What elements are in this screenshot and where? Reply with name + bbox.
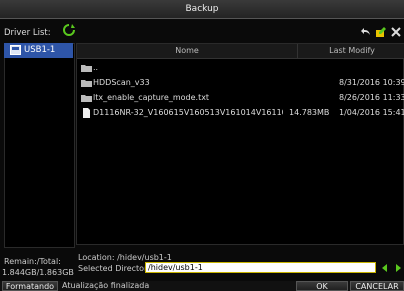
folder-icon xyxy=(81,80,92,87)
new-folder-icon[interactable] xyxy=(375,26,387,38)
delete-icon[interactable] xyxy=(390,26,402,38)
remain-total-value: 1.844GB/1.863GB xyxy=(2,268,74,277)
ok-button[interactable]: OK xyxy=(296,281,348,291)
drive-label: USB1-1 xyxy=(24,45,56,55)
arrow-right-icon[interactable] xyxy=(393,263,403,273)
arrow-left-icon[interactable] xyxy=(380,263,390,273)
format-button[interactable]: Formatando xyxy=(2,281,58,291)
column-name-header[interactable]: Nome xyxy=(77,44,298,58)
file-grid: Nome Last Modify .. HDDScan_v33 8/31/201… xyxy=(76,43,404,245)
remain-total-label: Remain:/Total: xyxy=(4,257,61,266)
file-icon xyxy=(83,108,90,118)
file-name: HDDScan_v33 xyxy=(93,78,150,87)
folder-icon xyxy=(81,65,92,72)
file-row[interactable]: HDDScan_v33 8/31/2016 10:39:0 xyxy=(77,76,404,90)
file-name: ltx_enable_capture_mode.txt xyxy=(93,93,210,102)
file-date: 1/04/2016 15:41:4 xyxy=(339,108,404,117)
drive-list xyxy=(4,43,75,248)
refresh-icon[interactable] xyxy=(62,23,76,37)
drive-item-usb1-1[interactable]: USB1-1 xyxy=(4,43,73,58)
status-text: Atualização finalizada xyxy=(62,281,150,290)
file-size: 14.783MB xyxy=(289,108,330,117)
folder-icon xyxy=(81,95,92,102)
window-title: Backup xyxy=(0,0,404,19)
cancel-button[interactable]: CANCELAR xyxy=(350,281,404,291)
file-row[interactable]: .. xyxy=(77,61,404,75)
location-text: Location: /hidev/usb1-1 xyxy=(78,253,172,262)
file-row[interactable]: D1116NR-32_V160615V160513V161014V161102V… xyxy=(77,106,404,120)
grid-header: Nome Last Modify xyxy=(77,44,404,59)
driver-list-label: Driver List: xyxy=(4,28,51,38)
backup-window: Backup Driver List: USB1-1 Nome Last Mod… xyxy=(0,0,404,291)
back-icon[interactable] xyxy=(360,26,372,38)
file-row[interactable]: ltx_enable_capture_mode.txt 8/26/2016 11… xyxy=(77,91,404,105)
usb-drive-icon xyxy=(10,45,21,55)
column-modified-header[interactable]: Last Modify xyxy=(299,44,404,58)
file-date: 8/26/2016 11:33:2 xyxy=(339,93,404,102)
selected-directory-label: Selected Directory: xyxy=(78,264,155,273)
file-name: .. xyxy=(93,63,99,72)
file-date: 8/31/2016 10:39:0 xyxy=(339,78,404,87)
selected-directory-input[interactable]: /hidev/usb1-1 xyxy=(145,262,376,273)
file-name: D1116NR-32_V160615V160513V161014V161102V… xyxy=(93,108,283,117)
